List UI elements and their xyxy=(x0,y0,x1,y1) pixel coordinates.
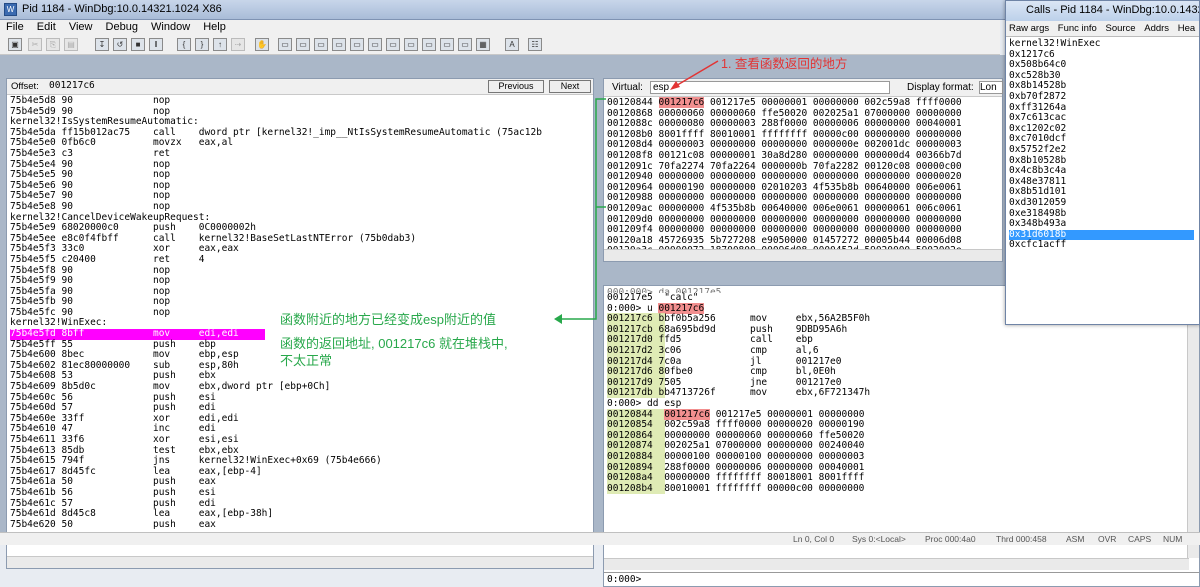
dd-output-lines: 00120854 002c59a8 ffff0000 00000020 0000… xyxy=(607,419,865,494)
break-icon[interactable]: ‖ xyxy=(149,38,163,51)
command-window-icon[interactable]: ▭ xyxy=(278,38,292,51)
copy-icon[interactable]: ⎘ xyxy=(46,38,60,51)
menu-view[interactable]: View xyxy=(63,20,97,33)
stop-debugging-icon[interactable]: ■ xyxy=(131,38,145,51)
status-caps: CAPS xyxy=(1128,534,1152,544)
menu-help[interactable]: Help xyxy=(197,20,230,33)
disassembly-header: Offset: 001217c6 Previous Next xyxy=(7,79,593,95)
menu-edit[interactable]: Edit xyxy=(31,20,60,33)
u-prompt: 0:000> u xyxy=(607,302,659,314)
annotation-near-esp-note: 函数附近的地方已经变成esp附近的值 xyxy=(280,312,496,327)
registers-window-icon[interactable]: ▭ xyxy=(332,38,346,51)
step-over-icon[interactable]: } xyxy=(195,38,209,51)
offset-input[interactable]: 001217c6 xyxy=(49,80,95,92)
disassembly-h-scrollbar[interactable] xyxy=(7,556,593,568)
annotation-return-address-note: 函数的返回地址, 001217c6 就在堆栈中, 不太正常 xyxy=(280,336,508,368)
annotation-arrow-icon xyxy=(670,60,719,90)
step-into-icon[interactable]: { xyxy=(177,38,191,51)
locals-window-icon[interactable]: ▭ xyxy=(314,38,328,51)
disassembly-lines-before: 75b4e5d8 90 nop 75b4e5d9 90 nop kernel32… xyxy=(10,95,542,329)
status-asm: ASM xyxy=(1066,534,1085,544)
status-bar: Ln 0, Col 0 Sys 0:<Local> Proc 000:4a0 T… xyxy=(0,532,1200,545)
offset-label: Offset: xyxy=(11,81,39,92)
watch-window-icon[interactable]: ▭ xyxy=(296,38,310,51)
call-stack-frame[interactable]: 0xd3012059 xyxy=(1009,197,1194,209)
annotation-view-return-location: 1. 查看函数返回的地方 xyxy=(721,57,848,71)
run-to-cursor-icon[interactable]: ⇢ xyxy=(231,38,245,51)
display-format-label: Display format: xyxy=(907,82,974,93)
func-info-button[interactable]: Func info xyxy=(1058,23,1097,34)
menu-window[interactable]: Window xyxy=(145,20,194,33)
command-input[interactable]: 0:000> xyxy=(604,572,1199,586)
memory-window: Virtual: esp Display format: Lon 0012084… xyxy=(603,78,1003,262)
scratch-pad-icon[interactable]: ▭ xyxy=(404,38,418,51)
hand-icon[interactable]: ✋ xyxy=(255,38,269,51)
dd-first-address: 00120844 xyxy=(607,408,653,420)
properties-icon[interactable]: ▭ xyxy=(458,38,472,51)
menu-file[interactable]: File xyxy=(0,20,28,33)
open-file-icon[interactable]: ▣ xyxy=(8,38,22,51)
restart-icon[interactable]: ↺ xyxy=(113,38,127,51)
status-num: NUM xyxy=(1163,534,1183,544)
previous-button[interactable]: Previous xyxy=(488,80,544,93)
dd-first-rest: 001217e5 00000001 00000000 xyxy=(709,408,865,420)
memory-window-icon[interactable]: ▭ xyxy=(350,38,364,51)
calls-window-title: Calls - Pid 1184 - WinDbg:10.0.14321.102… xyxy=(1006,1,1199,21)
window-title: Pid 1184 - WinDbg:10.0.14321.1024 X86 xyxy=(22,3,222,15)
cut-icon[interactable]: ✂ xyxy=(28,38,42,51)
u-output-lines: 001217c6 bbf0b5a256 mov ebx,56A2B5F0h 00… xyxy=(607,313,871,399)
command-v-scrollbar[interactable] xyxy=(1187,286,1199,558)
font-icon[interactable]: A xyxy=(505,38,519,51)
call-stack-frame[interactable]: 0x5752f2e2 xyxy=(1009,144,1194,156)
status-thrd: Thrd 000:458 xyxy=(996,534,1047,544)
toolbar: ▣ ✂ ⎘ ▤ ↧ ↺ ■ ‖ { } ↑ ⇢ ✋ ▭ ▭ ▭ ▭ ▭ ▭ ▭ … xyxy=(0,35,1000,55)
call-stack-window-icon[interactable]: ▭ xyxy=(368,38,382,51)
virtual-label: Virtual: xyxy=(612,82,643,93)
stack-icon[interactable]: ▦ xyxy=(476,38,490,51)
memory-dump: 00120844 001217c6 001217e5 00000001 0000… xyxy=(607,97,962,257)
display-format-select[interactable]: Lon xyxy=(979,81,1003,94)
next-button[interactable]: Next xyxy=(549,80,591,93)
go-icon[interactable]: ↧ xyxy=(95,38,109,51)
step-out-icon[interactable]: ↑ xyxy=(213,38,227,51)
memory-h-scrollbar[interactable] xyxy=(604,249,1002,261)
call-stack-frame[interactable]: 0xb70f2872 xyxy=(1009,91,1194,103)
menu-bar: File Edit View Debug Window Help xyxy=(0,20,1000,35)
addrs-button[interactable]: Addrs xyxy=(1144,23,1169,34)
disassembly-window-icon[interactable]: ▭ xyxy=(386,38,400,51)
annotation-connector-icon xyxy=(554,98,606,324)
options-icon[interactable]: ☷ xyxy=(528,38,542,51)
status-proc: Proc 000:4a0 xyxy=(925,534,976,544)
command-h-scrollbar[interactable] xyxy=(604,558,1189,570)
command-output: 000:000> da 001217e5 001217e5 "calc" 0:0… xyxy=(607,288,870,494)
status-ovr: OVR xyxy=(1098,534,1117,544)
status-sys: Sys 0:<Local> xyxy=(852,534,906,544)
dd-return-address-highlight: 001217c6 xyxy=(664,408,710,420)
headings-button[interactable]: Hea xyxy=(1178,23,1195,34)
source-mode-icon[interactable]: ▭ xyxy=(440,38,454,51)
memory-first-address: 00120844 xyxy=(607,97,653,108)
return-address-highlight: 001217c6 xyxy=(658,97,705,108)
processes-threads-icon[interactable]: ▭ xyxy=(422,38,436,51)
raw-args-button[interactable]: Raw args xyxy=(1009,23,1049,34)
calls-toolbar: Raw args Func info Source Addrs Hea xyxy=(1006,21,1199,37)
u-prompt-address: 001217c6 xyxy=(658,302,705,314)
windbg-app-icon: W xyxy=(4,3,17,16)
command-input-prompt: 0:000> xyxy=(607,574,642,585)
source-button[interactable]: Source xyxy=(1105,23,1135,34)
memory-first-rest: 001217e5 00000001 00000000 002c59a8 ffff… xyxy=(704,97,962,108)
calls-window: Calls - Pid 1184 - WinDbg:10.0.14321.102… xyxy=(1005,0,1200,325)
call-stack-list: kernel32!WinExec 0x1217c6 0x508b64c0 0xc528… xyxy=(1009,38,1194,251)
memory-lines: 00120868 00000060 00000060 ffe50020 0020… xyxy=(607,107,962,256)
paste-icon[interactable]: ▤ xyxy=(64,38,78,51)
status-ln-col: Ln 0, Col 0 xyxy=(793,534,835,544)
call-stack-frame[interactable]: 0xcfc1acff xyxy=(1009,240,1194,251)
call-stack-frame[interactable]: kernel32!WinExec xyxy=(1009,38,1194,50)
menu-debug[interactable]: Debug xyxy=(100,20,142,33)
